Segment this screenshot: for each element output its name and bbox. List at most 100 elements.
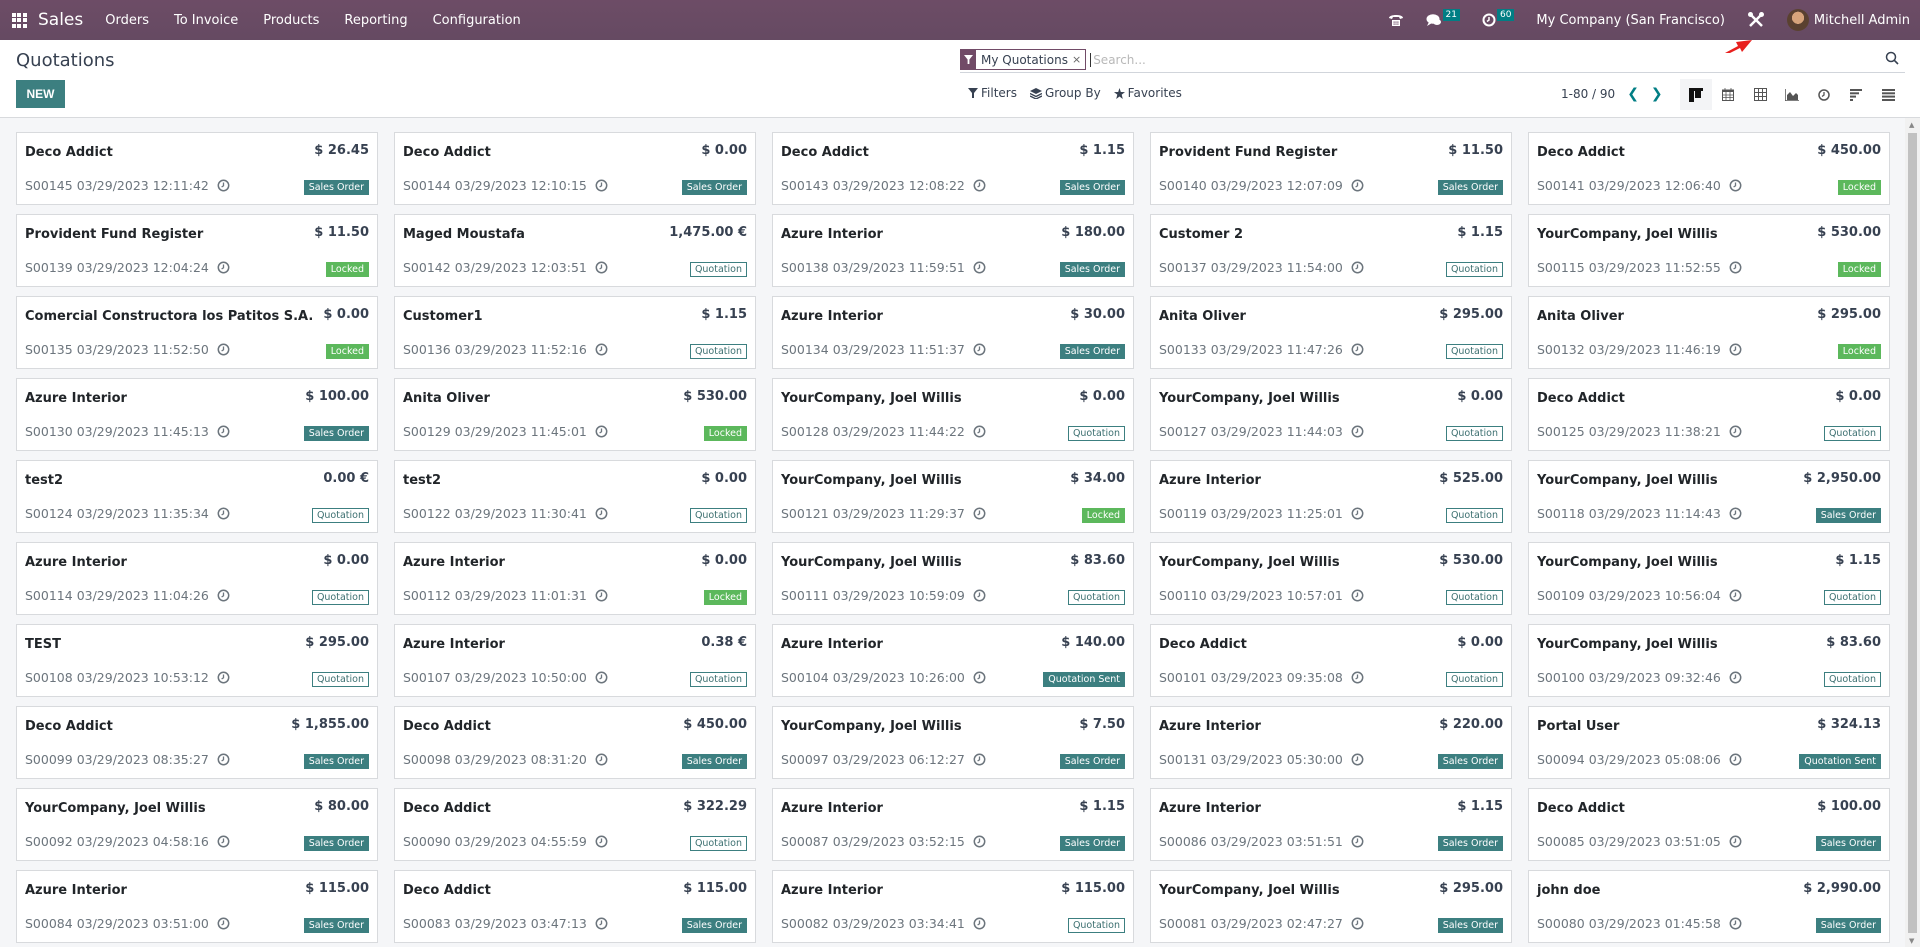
view-kanban-button[interactable] bbox=[1680, 79, 1712, 110]
quotation-card[interactable]: Deco Addict $ 26.45 S00145 03/29/2023 12:1… bbox=[16, 132, 378, 205]
quotation-card[interactable]: Customer1 $ 1.15 S00136 03/29/2023 11:52:1… bbox=[394, 296, 756, 369]
quotation-card[interactable]: YourCompany, Joel Willis $ 34.00 S00121 03… bbox=[772, 460, 1134, 533]
quotation-card[interactable]: Portal User $ 324.13 S00094 03/29/2023 05:… bbox=[1528, 706, 1890, 779]
search-input[interactable] bbox=[1090, 52, 1871, 67]
quotation-card[interactable]: TEST $ 295.00 S00108 03/29/2023 10:53:12 Qu… bbox=[16, 624, 378, 697]
quotation-card[interactable]: Azure Interior $ 0.00 S00112 03/29/2023 11… bbox=[394, 542, 756, 615]
activity-clock-icon[interactable] bbox=[595, 179, 608, 192]
quotation-card[interactable]: Azure Interior $ 180.00 S00138 03/29/2023 … bbox=[772, 214, 1134, 287]
activity-clock-icon[interactable] bbox=[973, 753, 986, 766]
quotation-card[interactable]: Deco Addict $ 450.00 S00098 03/29/2023 08:… bbox=[394, 706, 756, 779]
view-activity-button[interactable] bbox=[1808, 79, 1840, 110]
activity-clock-icon[interactable] bbox=[595, 425, 608, 438]
filters-button[interactable]: Filters bbox=[968, 86, 1017, 100]
activity-clock-icon[interactable] bbox=[973, 343, 986, 356]
activity-clock-icon[interactable] bbox=[595, 753, 608, 766]
phone-button[interactable] bbox=[1388, 12, 1404, 28]
messages-button[interactable]: 21 bbox=[1426, 9, 1460, 27]
quotation-card[interactable]: Azure Interior $ 1.15 S00086 03/29/2023 03… bbox=[1150, 788, 1512, 861]
activity-clock-icon[interactable] bbox=[973, 507, 986, 520]
activity-clock-icon[interactable] bbox=[1351, 589, 1364, 602]
activity-clock-icon[interactable] bbox=[1729, 343, 1742, 356]
quotation-card[interactable]: YourCompany, Joel Willis $ 1.15 S00109 03/… bbox=[1528, 542, 1890, 615]
facet-remove-icon[interactable]: × bbox=[1072, 50, 1085, 69]
quotation-card[interactable]: YourCompany, Joel Willis $ 295.00 S00081 0… bbox=[1150, 870, 1512, 943]
group-by-button[interactable]: Group By bbox=[1029, 86, 1101, 100]
activity-clock-icon[interactable] bbox=[973, 835, 986, 848]
activity-clock-icon[interactable] bbox=[217, 671, 230, 684]
quotation-card[interactable]: YourCompany, Joel Willis $ 83.60 S00111 03… bbox=[772, 542, 1134, 615]
quotation-card[interactable]: Provident Fund Register $ 11.50 S00140 03/… bbox=[1150, 132, 1512, 205]
activity-clock-icon[interactable] bbox=[1351, 917, 1364, 930]
favorites-button[interactable]: Favorites bbox=[1113, 86, 1182, 100]
menu-configuration[interactable]: Configuration bbox=[433, 13, 521, 28]
activity-clock-icon[interactable] bbox=[1729, 179, 1742, 192]
quotation-card[interactable]: Deco Addict $ 0.00 S00125 03/29/2023 11:38… bbox=[1528, 378, 1890, 451]
user-menu[interactable]: Mitchell Admin bbox=[1786, 9, 1910, 31]
quotation-card[interactable]: YourCompany, Joel Willis $ 7.50 S00097 03/… bbox=[772, 706, 1134, 779]
activity-clock-icon[interactable] bbox=[217, 835, 230, 848]
quotation-card[interactable]: Deco Addict $ 322.29 S00090 03/29/2023 04:… bbox=[394, 788, 756, 861]
activity-clock-icon[interactable] bbox=[973, 589, 986, 602]
quotation-card[interactable]: YourCompany, Joel Willis $ 530.00 S00115 0… bbox=[1528, 214, 1890, 287]
activity-clock-icon[interactable] bbox=[595, 589, 608, 602]
pager-previous-icon[interactable]: ❮ bbox=[1627, 86, 1639, 102]
quotation-card[interactable]: YourCompany, Joel Willis $ 0.00 S00128 03/… bbox=[772, 378, 1134, 451]
activity-clock-icon[interactable] bbox=[217, 917, 230, 930]
quotation-card[interactable]: test2 $ 0.00 S00122 03/29/2023 11:30:41 Quo… bbox=[394, 460, 756, 533]
quotation-card[interactable]: Azure Interior $ 115.00 S00084 03/29/2023 … bbox=[16, 870, 378, 943]
activity-clock-icon[interactable] bbox=[595, 507, 608, 520]
pager-next-icon[interactable]: ❯ bbox=[1651, 86, 1663, 102]
menu-reporting[interactable]: Reporting bbox=[344, 13, 407, 28]
quotation-card[interactable]: Azure Interior $ 220.00 S00131 03/29/2023 … bbox=[1150, 706, 1512, 779]
quotation-card[interactable]: Azure Interior $ 100.00 S00130 03/29/2023 … bbox=[16, 378, 378, 451]
activity-clock-icon[interactable] bbox=[1729, 917, 1742, 930]
apps-menu-button[interactable] bbox=[0, 0, 38, 40]
view-pivot-button[interactable] bbox=[1744, 79, 1776, 110]
activity-clock-icon[interactable] bbox=[595, 917, 608, 930]
quotation-card[interactable]: Deco Addict $ 115.00 S00083 03/29/2023 03:… bbox=[394, 870, 756, 943]
activity-clock-icon[interactable] bbox=[1351, 261, 1364, 274]
activity-clock-icon[interactable] bbox=[1729, 753, 1742, 766]
search-icon[interactable] bbox=[1885, 51, 1899, 69]
activity-clock-icon[interactable] bbox=[973, 425, 986, 438]
view-list-button[interactable] bbox=[1872, 79, 1904, 110]
quotation-card[interactable]: Customer 2 $ 1.15 S00137 03/29/2023 11:54:… bbox=[1150, 214, 1512, 287]
vertical-scrollbar[interactable]: ▲ ▼ bbox=[1905, 118, 1920, 947]
quotation-card[interactable]: test2 0.00 € S00124 03/29/2023 11:35:34 Quo… bbox=[16, 460, 378, 533]
activity-clock-icon[interactable] bbox=[595, 835, 608, 848]
activity-clock-icon[interactable] bbox=[217, 425, 230, 438]
quotation-card[interactable]: Provident Fund Register $ 11.50 S00139 03/… bbox=[16, 214, 378, 287]
quotation-card[interactable]: Deco Addict $ 1,855.00 S00099 03/29/2023 0… bbox=[16, 706, 378, 779]
activity-clock-icon[interactable] bbox=[1729, 425, 1742, 438]
quotation-card[interactable]: Azure Interior $ 115.00 S00082 03/29/2023 … bbox=[772, 870, 1134, 943]
debug-tools-button[interactable] bbox=[1747, 11, 1765, 29]
quotation-card[interactable]: Azure Interior $ 30.00 S00134 03/29/2023 1… bbox=[772, 296, 1134, 369]
quotation-card[interactable]: Deco Addict $ 0.00 S00101 03/29/2023 09:35… bbox=[1150, 624, 1512, 697]
activity-clock-icon[interactable] bbox=[217, 261, 230, 274]
quotation-card[interactable]: Azure Interior 0.38 € S00107 03/29/2023 10… bbox=[394, 624, 756, 697]
quotation-card[interactable]: YourCompany, Joel Willis $ 2,950.00 S00118… bbox=[1528, 460, 1890, 533]
activity-clock-icon[interactable] bbox=[217, 179, 230, 192]
menu-products[interactable]: Products bbox=[263, 13, 319, 28]
activity-clock-icon[interactable] bbox=[1351, 671, 1364, 684]
quotation-card[interactable]: Deco Addict $ 100.00 S00085 03/29/2023 03:… bbox=[1528, 788, 1890, 861]
activity-clock-icon[interactable] bbox=[1351, 753, 1364, 766]
scroll-up-icon[interactable]: ▲ bbox=[1909, 121, 1914, 129]
quotation-card[interactable]: YourCompany, Joel Willis $ 80.00 S00092 03… bbox=[16, 788, 378, 861]
quotation-card[interactable]: Deco Addict $ 0.00 S00144 03/29/2023 12:10… bbox=[394, 132, 756, 205]
activity-clock-icon[interactable] bbox=[217, 343, 230, 356]
quotation-card[interactable]: Deco Addict $ 1.15 S00143 03/29/2023 12:08… bbox=[772, 132, 1134, 205]
view-calendar-button[interactable] bbox=[1712, 79, 1744, 110]
activity-clock-icon[interactable] bbox=[1729, 671, 1742, 684]
activity-clock-icon[interactable] bbox=[1351, 179, 1364, 192]
view-graph-button[interactable] bbox=[1776, 79, 1808, 110]
quotation-card[interactable]: Azure Interior $ 525.00 S00119 03/29/2023 … bbox=[1150, 460, 1512, 533]
view-gantt-button[interactable] bbox=[1840, 79, 1872, 110]
quotation-card[interactable]: Anita Oliver $ 530.00 S00129 03/29/2023 11… bbox=[394, 378, 756, 451]
activity-clock-icon[interactable] bbox=[973, 179, 986, 192]
activity-clock-icon[interactable] bbox=[217, 589, 230, 602]
quotation-card[interactable]: Comercial Constructora los Patitos S.A. $… bbox=[16, 296, 378, 369]
activity-clock-icon[interactable] bbox=[1729, 835, 1742, 848]
quotation-card[interactable]: Azure Interior $ 1.15 S00087 03/29/2023 03… bbox=[772, 788, 1134, 861]
